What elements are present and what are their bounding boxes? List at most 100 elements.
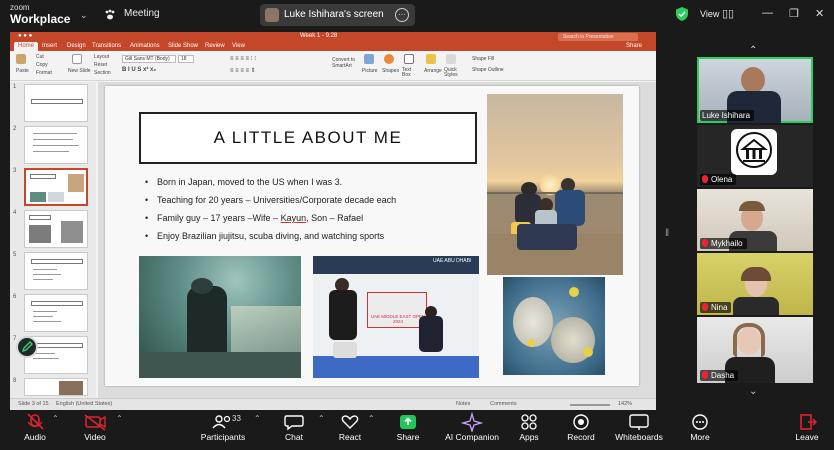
slide-canvas[interactable]: A LITTLE ABOUT ME Born in Japan, moved t… (105, 86, 639, 386)
meeting-label[interactable]: Meeting (124, 8, 160, 19)
person-body (555, 190, 585, 226)
shared-screen-label: Luke Ishihara's screen (284, 9, 384, 20)
tab-home[interactable]: Home (14, 42, 39, 51)
leave-button[interactable]: Leave (772, 412, 834, 442)
tab-transitions[interactable]: Transitions (92, 43, 121, 49)
panel-resize-handle[interactable]: ‖ (665, 228, 669, 239)
participant-tile-olena[interactable]: Olena (697, 125, 813, 187)
view-grid-icon[interactable]: ▯▯ (722, 7, 734, 20)
meeting-toolbar: Audio ⌃ Video ⌃ 33 Participants ⌃ Chat ⌃… (0, 410, 834, 450)
scroll-up-icon[interactable]: ⌃ (749, 45, 757, 56)
shoes (333, 342, 357, 358)
restore-icon[interactable]: ❐ (789, 7, 799, 20)
leave-label: Leave (795, 432, 819, 442)
close-icon[interactable]: ✕ (815, 7, 824, 20)
coral-polyp (527, 339, 535, 347)
copy-button[interactable]: Copy (36, 62, 48, 68)
paste-icon[interactable] (16, 54, 26, 64)
video-label: Video (84, 432, 106, 442)
tab-animations[interactable]: Animations (130, 43, 160, 49)
slide-thumbnail-8[interactable] (24, 378, 88, 396)
view-button[interactable]: View (700, 9, 719, 19)
window-controls[interactable]: ● ● ● (18, 33, 32, 39)
scroll-down-icon[interactable]: ⌄ (749, 386, 757, 397)
slide-thumbnail-2[interactable] (24, 126, 88, 164)
jiujitsu-photo[interactable]: UAE ABU DHABI UAE MIDDLE EAST OPEN 2024 (313, 256, 479, 378)
video-body (733, 297, 779, 315)
share-label: Share (396, 432, 420, 442)
notes-button[interactable]: Notes (456, 401, 470, 407)
zoom-level[interactable]: 142% (618, 401, 632, 407)
participants-button[interactable]: 33 Participants (188, 412, 258, 442)
text-format-buttons[interactable]: B I U S x² x₂ (122, 67, 156, 73)
muted-mic-icon (702, 303, 708, 311)
participant-tile-dasha[interactable]: Dasha (697, 317, 813, 383)
security-shield-icon[interactable] (676, 7, 688, 21)
picture-icon[interactable] (364, 54, 374, 64)
coral-reef-photo[interactable] (503, 277, 605, 375)
participant-name: Dasha (700, 370, 739, 381)
minimize-icon[interactable]: — (762, 7, 773, 19)
ppt-ribbon-tabs: Home Insert Design Transitions Animation… (10, 42, 656, 51)
pen-tool-button[interactable] (16, 336, 38, 358)
participant-name-text: Mykhailo (711, 239, 743, 248)
alignment-buttons[interactable]: ≡ ≡ ≡ ≡ ⇕ (230, 67, 256, 74)
new-slide-icon[interactable] (72, 54, 82, 64)
slide-thumbnail-5[interactable] (24, 252, 88, 290)
paragraph-buttons[interactable]: ≡ ≡ ≡ ≡ ⁝ ⁝ (230, 55, 256, 62)
zoom-slider[interactable] (570, 404, 610, 406)
shape-fill-button[interactable]: Shape Fill (472, 56, 494, 62)
section-button[interactable]: Section (94, 70, 111, 76)
participant-tile-nina[interactable]: Nina (697, 253, 813, 315)
shapes-icon[interactable] (384, 54, 394, 64)
comments-button[interactable]: Comments (490, 401, 517, 407)
more-button[interactable]: More (665, 412, 735, 442)
language-status[interactable]: English (United States) (56, 401, 112, 407)
share-button[interactable]: Share (373, 412, 443, 442)
convert-smartart-button[interactable]: Convert to SmartArt (332, 57, 358, 69)
audio-options-caret[interactable]: ⌃ (52, 414, 59, 423)
avatar (265, 8, 279, 22)
participants-icon (212, 415, 231, 429)
textbox-icon[interactable] (404, 54, 414, 64)
format-button[interactable]: Format (36, 70, 52, 76)
more-options-icon[interactable]: ··· (395, 8, 409, 22)
layout-button[interactable]: Layout (94, 54, 109, 60)
family-photo[interactable] (487, 94, 623, 275)
slide-thumbnail-1[interactable] (24, 84, 88, 122)
slide-thumbnail-6[interactable] (24, 294, 88, 332)
legs (517, 224, 577, 250)
tab-insert[interactable]: Insert (42, 43, 57, 49)
shapes-label: Shapes (382, 68, 399, 74)
arrange-icon[interactable] (426, 54, 436, 64)
participant-tile-mykhailo[interactable]: Mykhailo (697, 189, 813, 251)
reset-button[interactable]: Reset (94, 62, 107, 68)
video-face (741, 67, 765, 93)
muted-mic-icon (702, 239, 708, 247)
tab-design[interactable]: Design (67, 43, 86, 49)
thumb-number: 7 (13, 336, 17, 342)
quick-styles-icon[interactable] (446, 54, 456, 64)
video-options-caret[interactable]: ⌃ (116, 414, 123, 423)
bullet-list[interactable]: Born in Japan, moved to the US when I wa… (145, 174, 485, 246)
slide-thumbnail-3[interactable] (24, 168, 88, 206)
font-family-select[interactable]: Gill Sans MT (Body) (122, 55, 176, 63)
font-size-select[interactable]: 18 (178, 55, 194, 63)
participant-name: Nina (700, 302, 732, 313)
tab-view[interactable]: View (232, 43, 245, 49)
scuba-diving-photo[interactable] (139, 256, 301, 378)
ppt-share-button[interactable]: Share (626, 43, 642, 49)
slide-title-box[interactable]: A LITTLE ABOUT ME (139, 112, 477, 164)
shape-outline-button[interactable]: Shape Outline (472, 67, 504, 73)
shared-screen-indicator[interactable]: Luke Ishihara's screen ··· (260, 4, 415, 26)
whiteboards-button[interactable]: Whiteboards (604, 412, 674, 442)
zoom-title-bar: zoom Workplace ⌄ Meeting Luke Ishihara's… (0, 0, 834, 30)
tab-review[interactable]: Review (205, 43, 225, 49)
tab-slide-show[interactable]: Slide Show (168, 43, 198, 49)
participant-name-text: Nina (711, 303, 728, 312)
chevron-down-icon[interactable]: ⌄ (80, 10, 88, 21)
slide-thumbnail-4[interactable] (24, 210, 88, 248)
ppt-search-input[interactable]: Search in Presentation (558, 33, 638, 41)
cut-button[interactable]: Cut (36, 54, 44, 60)
participant-tile-luke[interactable]: Luke Ishihara (697, 57, 813, 123)
